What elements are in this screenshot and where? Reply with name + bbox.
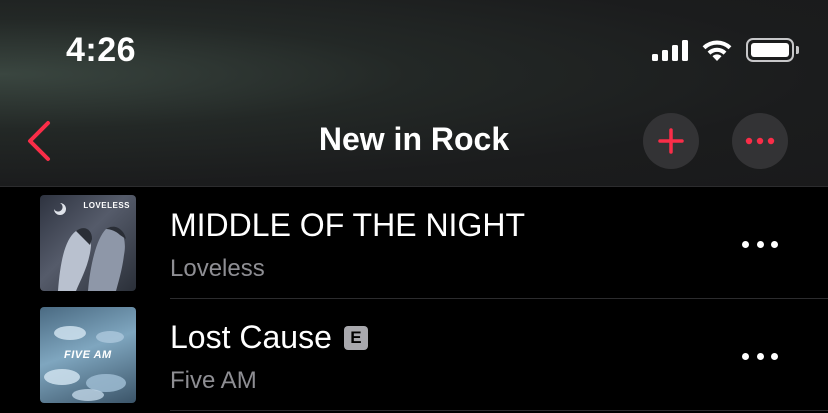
dot bbox=[756, 240, 764, 248]
more-options-button[interactable] bbox=[732, 113, 788, 169]
add-button[interactable] bbox=[643, 113, 699, 169]
plus-icon bbox=[658, 128, 684, 154]
track-title: MIDDLE OF THE NIGHT bbox=[170, 207, 525, 244]
track-artist: Loveless bbox=[170, 255, 265, 282]
dot bbox=[742, 240, 749, 248]
dot bbox=[771, 240, 778, 248]
row-separator bbox=[170, 410, 828, 411]
album-art: FIVE AM bbox=[40, 307, 136, 403]
album-art-label: FIVE AM bbox=[64, 349, 112, 361]
track-more-button[interactable] bbox=[742, 351, 778, 361]
ellipsis-icon bbox=[745, 137, 775, 145]
track-title-text: Lost Cause bbox=[170, 319, 332, 355]
page-title: New in Rock bbox=[318, 121, 510, 157]
status-time: 4:26 bbox=[66, 31, 137, 69]
dot bbox=[742, 352, 749, 360]
album-art-figures bbox=[54, 203, 126, 291]
cellular-signal-icon bbox=[652, 39, 688, 61]
track-title-text: MIDDLE OF THE NIGHT bbox=[170, 207, 525, 243]
dot bbox=[756, 352, 764, 360]
header-area: 4:26 New in Rock bbox=[0, 0, 828, 187]
track-row[interactable]: LOVELESS MIDDLE OF THE NIGHT Loveless bbox=[0, 187, 828, 299]
track-artist: Five AM bbox=[170, 367, 257, 394]
dot bbox=[771, 352, 778, 360]
explicit-badge: E bbox=[343, 325, 368, 350]
album-art: LOVELESS bbox=[40, 195, 136, 291]
track-row[interactable]: FIVE AM Lost Cause E Five AM bbox=[0, 299, 828, 411]
battery-full-icon bbox=[746, 38, 799, 62]
track-title: Lost Cause E bbox=[170, 319, 368, 356]
status-icons bbox=[652, 38, 799, 62]
wifi-icon bbox=[702, 40, 732, 61]
track-more-button[interactable] bbox=[742, 239, 778, 249]
